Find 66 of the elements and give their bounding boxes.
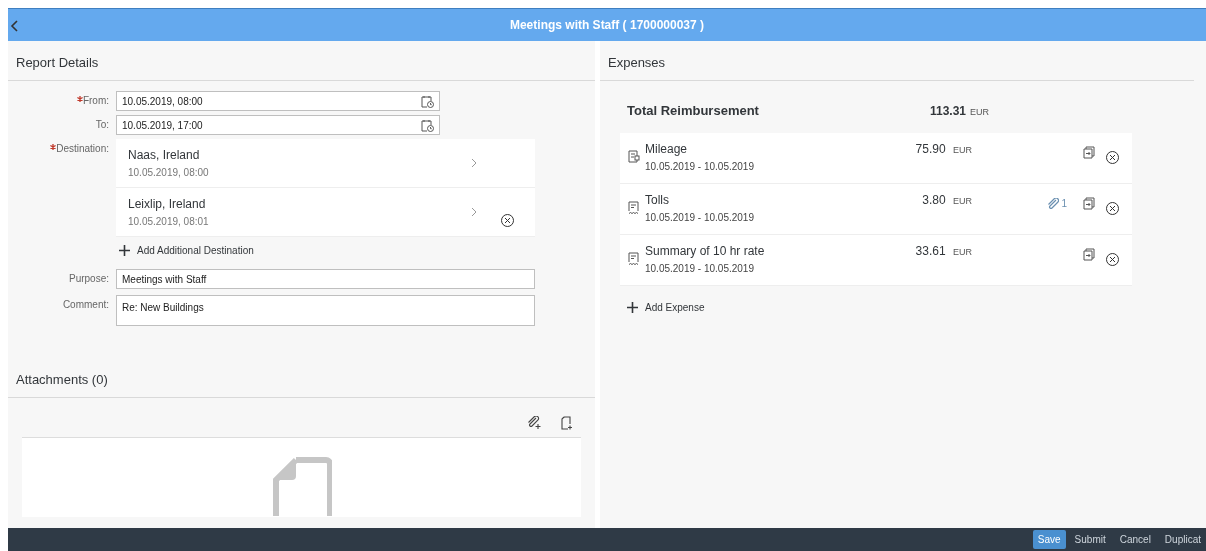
destination-time: 10.05.2019, 08:00 [128, 167, 210, 178]
destination-item[interactable]: Naas, Ireland 10.05.2019, 08:00 [116, 139, 535, 188]
comment-field[interactable]: Re: New Buildings [116, 295, 535, 326]
footer-button[interactable]: Duplicat [1159, 530, 1206, 549]
destination-name: Naas, Ireland [128, 148, 201, 162]
add-document-icon[interactable] [561, 416, 573, 430]
copy-icon[interactable] [1083, 248, 1095, 261]
required-icon [50, 144, 57, 150]
remove-icon[interactable] [1106, 253, 1119, 266]
expense-name: Summary of 10 hr rate [645, 244, 766, 258]
calendar-icon[interactable] [421, 94, 434, 108]
destination-item[interactable]: Leixlip, Ireland 10.05.2019, 08:01 [116, 188, 535, 237]
add-destination-link[interactable]: Add Additional Destination [116, 237, 535, 263]
document-icon [271, 456, 332, 516]
expense-amount: 75.90 [915, 142, 946, 156]
required-icon [76, 96, 83, 102]
chevron-right-icon[interactable] [471, 207, 477, 217]
plus-icon [627, 302, 638, 313]
expense-name: Tolls [645, 193, 670, 207]
section-title: Attachments (0) [8, 332, 595, 398]
expense-item[interactable]: Summary of 10 hr rate 10.05.2019 - 10.05.2019 33.61 EUR [620, 235, 1132, 286]
footer-button[interactable]: Cancel [1114, 530, 1156, 549]
total-amount: 113.31 [930, 104, 967, 118]
purpose-field[interactable]: Meetings with Staff [116, 269, 535, 289]
currency-label: EUR [953, 145, 972, 155]
page-title: Meetings with Staff ( 1700000037 ) [509, 18, 705, 32]
total-label: Total Reimbursement [627, 103, 760, 118]
field-label: From: [82, 95, 109, 106]
expense-dates: 10.05.2019 - 10.05.2019 [645, 161, 755, 172]
datetime-field[interactable]: 10.05.2019, 08:00 [116, 91, 440, 111]
footer-button[interactable]: Submit [1069, 530, 1111, 549]
expense-dates: 10.05.2019 - 10.05.2019 [645, 263, 755, 274]
add-attachment-icon[interactable] [527, 416, 541, 429]
remove-icon[interactable] [1106, 202, 1119, 215]
back-icon[interactable] [10, 20, 18, 32]
currency-label: EUR [953, 196, 972, 206]
plus-icon [119, 244, 130, 256]
receipt-icon [628, 201, 639, 215]
expense-item[interactable]: Mileage 10.05.2019 - 10.05.2019 75.90 EUR [620, 133, 1132, 184]
expense-dates: 10.05.2019 - 10.05.2019 [645, 212, 755, 223]
add-expense-link[interactable]: Add Expense [600, 286, 1206, 313]
field-label: To: [95, 119, 109, 130]
car-document-icon [628, 150, 640, 163]
expense-name: Mileage [645, 142, 689, 156]
field-label: Comment: [62, 299, 109, 310]
chevron-right-icon[interactable] [471, 158, 477, 168]
expense-amount: 33.61 [915, 244, 946, 258]
currency-label: EUR [953, 247, 972, 257]
remove-icon[interactable] [1106, 151, 1119, 164]
calendar-icon[interactable] [421, 118, 434, 132]
expense-amount: 3.80 [922, 193, 946, 207]
currency-label: EUR [970, 107, 990, 117]
destination-name: Leixlip, Ireland [128, 197, 207, 211]
copy-icon[interactable] [1083, 197, 1095, 210]
attachment-count: 1 [1061, 198, 1067, 209]
receipt-icon [628, 252, 639, 266]
field-label: Destination: [56, 143, 109, 154]
expense-item[interactable]: Tolls 10.05.2019 - 10.05.2019 3.80 EUR 1 [620, 184, 1132, 235]
copy-icon[interactable] [1083, 146, 1095, 159]
section-title: Report Details [8, 41, 595, 81]
remove-icon[interactable] [501, 213, 514, 227]
datetime-field[interactable]: 10.05.2019, 17:00 [116, 115, 440, 135]
paperclip-icon[interactable] [1047, 198, 1060, 209]
field-label: Purpose: [68, 273, 109, 284]
section-title: Expenses [600, 41, 1194, 81]
destination-time: 10.05.2019, 08:01 [128, 216, 210, 227]
